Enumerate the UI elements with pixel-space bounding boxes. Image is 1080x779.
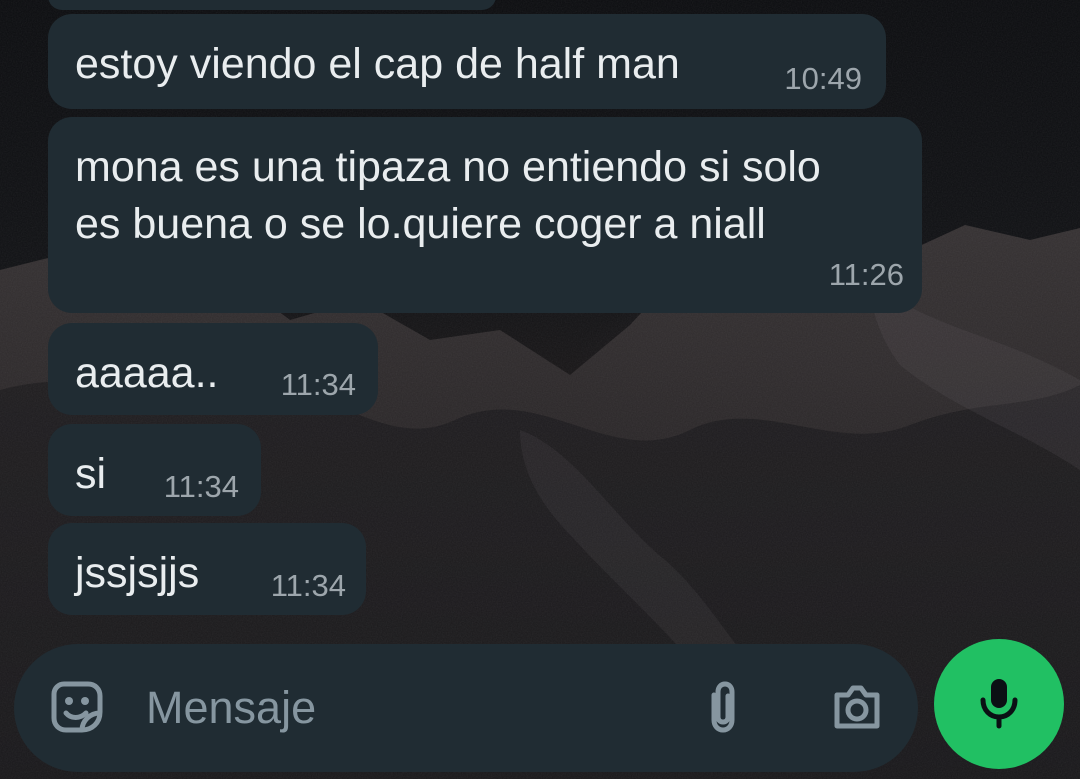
message-time: 11:34 <box>163 469 239 504</box>
message-time: 11:26 <box>828 257 904 292</box>
message-bubble-previous-edge <box>48 0 496 10</box>
paperclip-icon[interactable] <box>694 678 752 736</box>
message-bubble[interactable]: mona es una tipaza no entiendo si solo e… <box>48 117 922 313</box>
message-text: mona es una tipaza no entiendo si solo e… <box>75 143 821 248</box>
message-time: 11:34 <box>280 367 356 402</box>
message-time: 10:49 <box>784 61 862 96</box>
message-bubble[interactable]: aaaaa.. 11:34 <box>48 323 378 415</box>
message-input[interactable] <box>144 675 668 741</box>
emoji-sticker-icon[interactable] <box>48 678 106 736</box>
message-text: si <box>75 450 107 498</box>
microphone-icon <box>970 673 1028 736</box>
message-text: estoy viendo el cap de half man <box>75 40 680 88</box>
message-bubble[interactable]: si 11:34 <box>48 424 261 516</box>
voice-message-button[interactable] <box>934 639 1064 769</box>
message-bubble[interactable]: jssjsjjs 11:34 <box>48 523 366 615</box>
message-text: jssjsjjs <box>75 549 200 597</box>
message-bubble[interactable]: estoy viendo el cap de half man 10:49 <box>48 14 886 109</box>
camera-icon[interactable] <box>828 678 886 736</box>
message-time: 11:34 <box>270 568 346 603</box>
message-text: aaaaa.. <box>75 349 219 397</box>
message-composer <box>14 644 918 772</box>
